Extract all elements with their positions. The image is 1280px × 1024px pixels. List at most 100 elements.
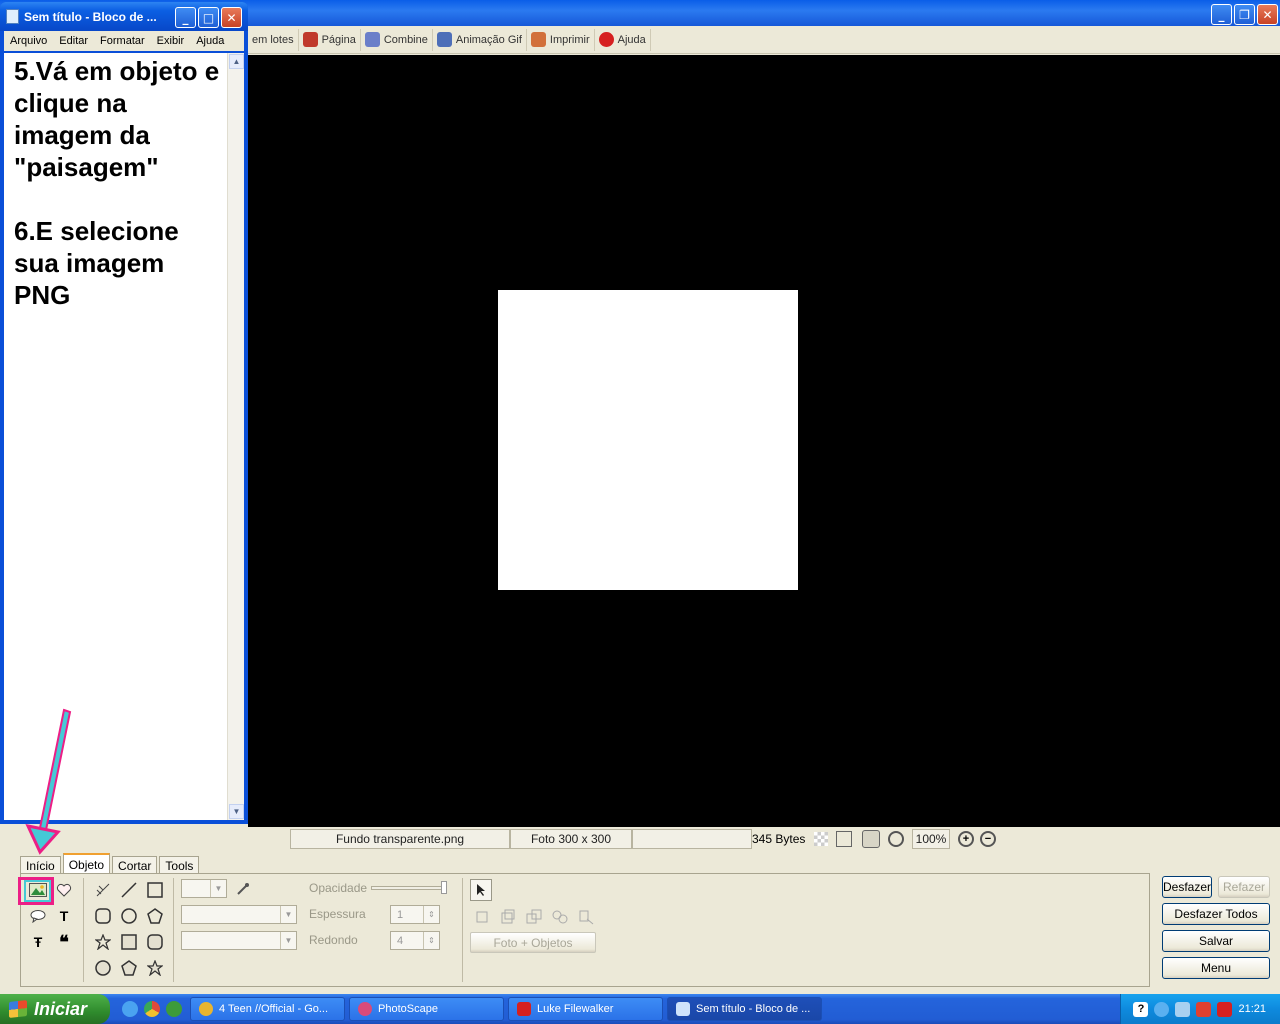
- close-button[interactable]: ✕: [1257, 4, 1278, 25]
- quick-launch: [110, 1001, 190, 1017]
- layer-copy-icon[interactable]: [524, 907, 544, 927]
- notepad-menubar: Arquivo Editar Formatar Exibir Ajuda: [4, 31, 244, 51]
- help-icon: [598, 32, 614, 47]
- task-chrome[interactable]: 4 Teen //Official - Go...: [190, 997, 345, 1021]
- line-icon[interactable]: [119, 880, 139, 900]
- photo-objects-button[interactable]: Foto + Objetos: [470, 932, 596, 953]
- notepad-title: Sem título - Bloco de ...: [24, 9, 157, 24]
- layer-delete-icon[interactable]: [576, 907, 596, 927]
- stepper-icon: ⇕: [423, 906, 439, 923]
- eyedropper-icon[interactable]: [233, 879, 253, 899]
- fill-style-select[interactable]: ▼: [181, 931, 297, 950]
- task-notepad[interactable]: Sem título - Bloco de ...: [667, 997, 822, 1021]
- notepad-titlebar[interactable]: Sem título - Bloco de ... _ □ ✕: [0, 2, 248, 31]
- undo-button[interactable]: Desfazer: [1162, 876, 1212, 898]
- close-button[interactable]: ✕: [221, 7, 242, 28]
- restore-button[interactable]: ❐: [1234, 4, 1255, 25]
- notepad-icon: [676, 1002, 690, 1016]
- speech-balloon-icon[interactable]: [28, 906, 48, 926]
- status-bytes: 345 Bytes: [752, 832, 806, 846]
- undo-all-button[interactable]: Desfazer Todos: [1162, 903, 1270, 925]
- status-bar: Fundo transparente.png Foto 300 x 300 34…: [248, 827, 1280, 851]
- layer-up-icon[interactable]: [472, 907, 492, 927]
- maximize-button[interactable]: □: [198, 7, 219, 28]
- filled-star-icon[interactable]: [145, 958, 165, 978]
- toolbar-help[interactable]: Ajuda: [595, 28, 651, 51]
- photo-preview[interactable]: [498, 290, 798, 590]
- circle-icon[interactable]: [119, 906, 139, 926]
- chevron-down-icon: ▼: [210, 880, 226, 897]
- notepad-icon: [6, 9, 19, 24]
- scroll-up-icon[interactable]: ▲: [229, 54, 244, 69]
- toolbar-print[interactable]: Imprimir: [527, 28, 595, 51]
- menu-editar[interactable]: Editar: [53, 35, 94, 47]
- annotation-highlight-inner: [24, 880, 51, 902]
- menu-arquivo[interactable]: Arquivo: [4, 35, 53, 47]
- text-icon[interactable]: T: [54, 906, 74, 926]
- zoom-fit-icon[interactable]: [888, 831, 904, 847]
- round-label: Redondo: [309, 933, 358, 947]
- filled-rect-icon[interactable]: [119, 932, 139, 952]
- pentagon-icon[interactable]: [145, 906, 165, 926]
- fit-icon[interactable]: [836, 831, 852, 847]
- status-filename: Fundo transparente.png: [290, 829, 510, 849]
- chevron-left-icon[interactable]: [1154, 1001, 1170, 1017]
- help-tray-icon[interactable]: ?: [1133, 1001, 1149, 1017]
- redo-button[interactable]: Refazer: [1218, 876, 1270, 898]
- toolbar-combine[interactable]: Combine: [361, 28, 433, 51]
- filled-rounded-rect-icon[interactable]: [145, 932, 165, 952]
- minimize-button[interactable]: _: [175, 7, 196, 28]
- zoom-out-icon[interactable]: −: [980, 831, 996, 847]
- clock: 21:21: [1238, 1003, 1266, 1015]
- text-style-icon[interactable]: Ŧ: [28, 932, 48, 952]
- start-button[interactable]: Iniciar: [0, 994, 110, 1024]
- quote-icon[interactable]: ❝: [54, 932, 74, 952]
- rectangle-icon[interactable]: [145, 880, 165, 900]
- vertical-scrollbar[interactable]: ▲ ▼: [227, 53, 244, 820]
- select-arrow-icon[interactable]: [470, 879, 492, 901]
- rounded-rect-icon[interactable]: [93, 906, 113, 926]
- layer-group-icon[interactable]: [550, 907, 570, 927]
- heart-icon[interactable]: [54, 880, 74, 900]
- network-icon[interactable]: [1175, 1001, 1191, 1017]
- system-tray: ? 21:21: [1120, 994, 1280, 1024]
- color-picker[interactable]: ▼: [181, 879, 227, 898]
- line-style-select[interactable]: ▼: [181, 905, 297, 924]
- menu-ajuda[interactable]: Ajuda: [190, 35, 230, 47]
- status-photo-size: Foto 300 x 300: [510, 829, 632, 849]
- utorrent-icon[interactable]: [166, 1001, 182, 1017]
- task-luke-filewalker[interactable]: Luke Filewalker: [508, 997, 663, 1021]
- filewalker-tray-icon[interactable]: [1217, 1001, 1233, 1017]
- zoom-in-icon[interactable]: +: [958, 831, 974, 847]
- antivirus-icon[interactable]: [1196, 1001, 1212, 1017]
- round-stepper[interactable]: 4 ⇕: [390, 931, 440, 950]
- magic-pen-icon[interactable]: [93, 880, 113, 900]
- save-button[interactable]: Salvar: [1162, 930, 1270, 952]
- menu-formatar[interactable]: Formatar: [94, 35, 151, 47]
- page-icon: [302, 32, 318, 47]
- transparency-icon[interactable]: [814, 832, 828, 846]
- windows-logo-icon: [9, 1000, 27, 1018]
- toolbar-gif[interactable]: Animação Gif: [433, 28, 527, 51]
- zoom-actual-icon[interactable]: [862, 830, 880, 848]
- chrome-icon[interactable]: [144, 1001, 160, 1017]
- opacity-slider[interactable]: [371, 886, 447, 890]
- stepper-icon: ⇕: [423, 932, 439, 949]
- zoom-level: 100%: [912, 829, 950, 849]
- image-canvas[interactable]: [248, 55, 1280, 827]
- minimize-button[interactable]: _: [1211, 4, 1232, 25]
- opacity-slider-handle[interactable]: [441, 881, 447, 894]
- notepad-text[interactable]: 5.Vá em objeto e clique na imagem da "pa…: [14, 55, 224, 311]
- layer-add-icon[interactable]: [498, 907, 518, 927]
- toolbar-page[interactable]: Página: [299, 28, 361, 51]
- toolbar-batch[interactable]: em lotes: [248, 28, 299, 51]
- filled-circle-icon[interactable]: [93, 958, 113, 978]
- ie-icon[interactable]: [122, 1001, 138, 1017]
- menu-exibir[interactable]: Exibir: [151, 35, 191, 47]
- scroll-down-icon[interactable]: ▼: [229, 804, 244, 819]
- star-icon[interactable]: [93, 932, 113, 952]
- menu-button[interactable]: Menu: [1162, 957, 1270, 979]
- filled-pentagon-icon[interactable]: [119, 958, 139, 978]
- thickness-stepper[interactable]: 1 ⇕: [390, 905, 440, 924]
- task-photoscape[interactable]: PhotoScape: [349, 997, 504, 1021]
